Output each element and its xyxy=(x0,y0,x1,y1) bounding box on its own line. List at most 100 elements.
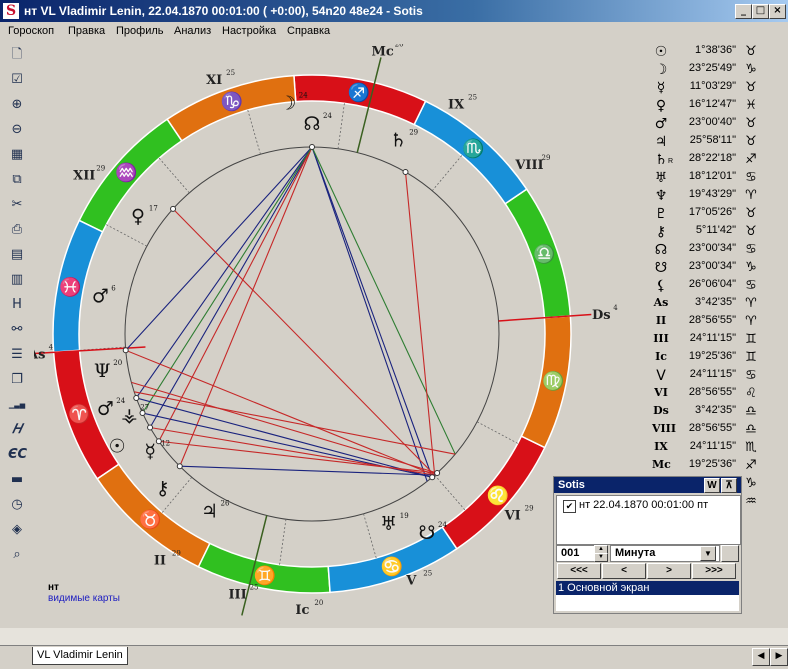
folder-icon[interactable]: ▬ xyxy=(8,471,26,489)
planet-degree: 1°38'36" xyxy=(695,44,736,56)
visible-charts-link[interactable]: видимые карты xyxy=(48,593,120,604)
planet-degree: 24 xyxy=(438,521,447,529)
planet-sign: ♐ xyxy=(745,458,757,473)
zodiac-sign-label: ♍ xyxy=(542,370,564,392)
house-cusp-line xyxy=(337,103,345,149)
house-label: III xyxy=(228,588,246,603)
zoom-icon[interactable]: ⌕ xyxy=(8,546,26,564)
planet-degree: 24°11'15" xyxy=(689,368,736,380)
planet-sign: ♐ xyxy=(745,152,757,167)
house-degree: 4 xyxy=(49,343,54,351)
planet-sign: ♏ xyxy=(745,440,757,455)
menu-horoscope[interactable]: Гороскоп xyxy=(8,25,54,37)
step-down-button[interactable]: ▼ xyxy=(594,553,608,562)
step-back-fast-button[interactable]: <<< xyxy=(557,563,601,579)
report-icon[interactable]: ▥ xyxy=(8,271,26,289)
tab-scroll-left-button[interactable]: ◀ xyxy=(752,648,770,666)
planet-glyph: ☊ xyxy=(654,242,668,258)
add-chart-icon[interactable]: ⊕ xyxy=(8,96,26,114)
tab-scroll-right-button[interactable]: ▶ xyxy=(770,648,788,666)
screen-list-selected[interactable]: 1 Основной экран xyxy=(556,581,739,595)
planet-sign: ♉ xyxy=(745,44,757,59)
planet-degree: 23°25'49" xyxy=(688,62,736,74)
italic-h-icon[interactable]: 𝐻 xyxy=(8,421,26,439)
clock-icon[interactable]: ◷ xyxy=(8,496,26,514)
menu-analysis[interactable]: Анализ xyxy=(174,25,211,37)
texture-icon[interactable]: ▦ xyxy=(8,146,26,164)
planet-point xyxy=(133,394,140,401)
planet-glyph: ♀ xyxy=(655,98,667,114)
menu-help[interactable]: Справка xyxy=(287,25,330,37)
unit-extra-button[interactable] xyxy=(721,545,739,562)
planet-row: ♂ 23°00'40" ♉ xyxy=(650,116,770,134)
copy-icon[interactable]: ⧉ xyxy=(8,171,26,189)
planet-sign: ♑ xyxy=(745,476,757,491)
remove-chart-icon[interactable]: ⊖ xyxy=(8,121,26,139)
planet-glyph: III xyxy=(653,332,669,345)
horizontal-scrollbar[interactable] xyxy=(0,628,788,645)
zodiac-sign-label: ♏ xyxy=(462,137,484,159)
planet-sign: ♑ xyxy=(745,62,757,77)
menu-settings[interactable]: Настройка xyxy=(222,25,276,37)
chart-list-item[interactable]: нт 22.04.1870 00:01:00 пт xyxy=(579,499,708,511)
planet-degree: 28°56'55" xyxy=(688,386,736,398)
screen-list[interactable] xyxy=(556,595,739,611)
app-logo-icon[interactable]: S xyxy=(3,3,19,19)
planet-point xyxy=(402,169,409,176)
windows-icon[interactable]: ❐ xyxy=(8,371,26,389)
house-degree: 4 xyxy=(613,304,618,312)
zodiac-sign-label: ♓ xyxy=(59,276,81,298)
planet-sign: ♈ xyxy=(745,296,757,311)
unit-dropdown-button[interactable]: ▼ xyxy=(700,546,716,561)
step-back-button[interactable]: < xyxy=(602,563,646,579)
house-cusp-line xyxy=(158,157,190,194)
list-icon[interactable]: ☰ xyxy=(8,346,26,364)
planet-row: Ic 19°25'36" ♊ xyxy=(650,350,770,368)
aspects-icon[interactable]: ⚯ xyxy=(8,321,26,339)
planet-glyph: ♄ xyxy=(390,129,407,151)
planet-point xyxy=(309,144,315,150)
menu-profile[interactable]: Профиль xyxy=(116,25,164,37)
bar-chart-icon[interactable]: ▁▃▅ xyxy=(8,396,26,414)
step-forward-fast-button[interactable]: >>> xyxy=(692,563,736,579)
pin-button[interactable]: ⊼ xyxy=(721,478,737,493)
chart-list: ✔ нт 22.04.1870 00:01:00 пт xyxy=(556,495,741,545)
maximize-button[interactable]: □ xyxy=(752,4,769,19)
ec-icon[interactable]: ЄС xyxy=(8,446,27,464)
cut-icon[interactable]: ✂ xyxy=(8,196,26,214)
planet-sign: ♊ xyxy=(745,350,757,365)
planet-row: ♄ 28°22'18" ♐ R xyxy=(650,152,770,170)
planet-sign: ♓ xyxy=(745,98,757,113)
planet-glyph: ⚷ xyxy=(156,478,170,500)
title-bar: S нт VL Vladimir Lenin, 22.04.1870 00:01… xyxy=(0,0,788,22)
aspect-line xyxy=(172,208,436,476)
print-preview-icon[interactable]: ▤ xyxy=(8,246,26,264)
aspect-line xyxy=(311,146,456,455)
menu-edit[interactable]: Правка xyxy=(68,25,105,37)
step-input[interactable]: 001 xyxy=(556,545,596,562)
w-button[interactable]: W xyxy=(704,478,720,493)
zodiac-sign-label: ♐ xyxy=(348,82,370,104)
planet-point xyxy=(122,347,129,354)
new-document-icon[interactable]: 🗋 xyxy=(8,46,26,64)
planet-degree: 24 xyxy=(323,112,332,120)
checklist-icon[interactable]: ☑ xyxy=(8,71,26,89)
aspect-line xyxy=(158,440,438,474)
chart-tab-bar: VL Vladimir Lenin ◀ ▶ xyxy=(0,645,788,669)
print-icon[interactable]: ⎙ xyxy=(8,221,26,239)
step-forward-button[interactable]: > xyxy=(647,563,691,579)
planet-glyph: Ds xyxy=(653,404,669,417)
chart-checkbox[interactable]: ✔ xyxy=(563,500,576,513)
planet-row: Ds 3°42'35" ♎ xyxy=(650,404,770,422)
planet-sign: ♎ xyxy=(745,422,757,437)
houses-icon[interactable]: H xyxy=(8,296,26,314)
tab-vl-vladimir-lenin[interactable]: VL Vladimir Lenin xyxy=(32,647,128,665)
close-button[interactable]: × xyxy=(769,4,786,19)
map-icon[interactable]: ◈ xyxy=(8,521,26,539)
planet-glyph: ⚸ xyxy=(655,278,667,294)
house-label: Ic xyxy=(295,603,309,618)
zodiac-sign-label: ♎ xyxy=(533,243,555,265)
planet-glyph: VI xyxy=(654,386,668,399)
minimize-button[interactable]: _ xyxy=(735,4,752,19)
planet-row: ☊ 23°00'34" ♋ xyxy=(650,242,770,260)
